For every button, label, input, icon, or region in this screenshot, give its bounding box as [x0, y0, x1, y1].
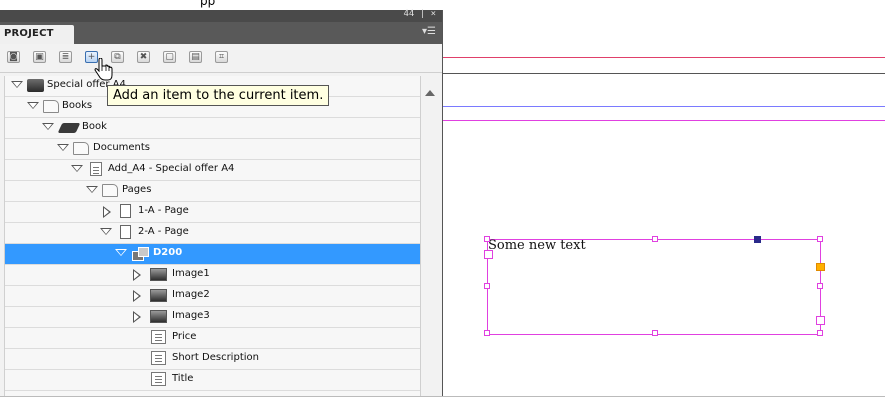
- tree-item-title[interactable]: Title: [5, 370, 421, 391]
- add-item-tooltip: Add an item to the current item.: [107, 85, 330, 106]
- text-field-icon: [151, 372, 166, 386]
- tree-item-label: Short Description: [172, 352, 259, 363]
- tree-item-label: Books: [62, 100, 93, 111]
- tree-item-book[interactable]: Book: [5, 118, 421, 139]
- folder-icon: [43, 100, 59, 113]
- tree-item-short-description[interactable]: Short Description: [5, 349, 421, 370]
- expand-toggle-icon[interactable]: [100, 228, 112, 235]
- tree-item-label: 2-A - Page: [138, 226, 189, 237]
- expand-toggle-icon[interactable]: [115, 249, 127, 256]
- panel-tab-row: PROJECT ▾☰: [0, 22, 442, 44]
- frame-icon[interactable]: ▢: [163, 51, 176, 63]
- expand-toggle-icon[interactable]: [133, 311, 141, 323]
- text-field-icon: [151, 351, 166, 365]
- delete-icon[interactable]: ✖: [137, 51, 150, 63]
- page-icon: [120, 225, 131, 239]
- top-strip: pp: [0, 0, 885, 10]
- page-icon: [120, 204, 131, 218]
- tree-item-image2[interactable]: Image2: [5, 286, 421, 307]
- resize-handle[interactable]: [817, 236, 823, 242]
- layout-canvas[interactable]: Some new text: [443, 10, 885, 397]
- image-icon: [150, 268, 167, 281]
- document-icon: [90, 162, 102, 176]
- folder-icon: [73, 142, 89, 155]
- tree-item-label: 1-A - Page: [138, 205, 189, 216]
- tree-item-price[interactable]: Price: [5, 328, 421, 349]
- tree-item-label: Image1: [172, 268, 210, 279]
- tree-item-add-a4[interactable]: Add_A4 - Special offer A4: [5, 160, 421, 181]
- tree-item-label: Title: [172, 373, 194, 384]
- tree-item-label: Documents: [93, 142, 151, 153]
- tree-item-label: Image3: [172, 310, 210, 321]
- tree-item-pages[interactable]: Pages: [5, 181, 421, 202]
- tree-item-page-2a[interactable]: 2-A - Page: [5, 223, 421, 244]
- frame-text[interactable]: Some new text: [488, 238, 586, 253]
- guide-line: [443, 106, 885, 107]
- expand-toggle-icon[interactable]: [86, 186, 98, 193]
- hamburger-menu-icon[interactable]: ▾☰: [422, 26, 436, 37]
- tree-item-d200[interactable]: D200: [5, 244, 421, 265]
- resize-handle[interactable]: [484, 283, 490, 289]
- text-field-icon: [151, 330, 166, 344]
- catalog-icon: [27, 79, 44, 92]
- tree-item-label: Price: [172, 331, 197, 342]
- resize-handle[interactable]: [484, 236, 490, 242]
- tree-scrollbar[interactable]: [420, 76, 439, 397]
- top-strip-text: pp: [200, 0, 216, 8]
- expand-toggle-icon[interactable]: [27, 102, 39, 109]
- tree-item-page-1a[interactable]: 1-A - Page: [5, 202, 421, 223]
- text-frame[interactable]: Some new text: [484, 236, 825, 336]
- scroll-up-icon[interactable]: [425, 90, 435, 96]
- tree-item-image3[interactable]: Image3: [5, 307, 421, 328]
- tree-item-image1[interactable]: Image1: [5, 265, 421, 286]
- resize-handle[interactable]: [817, 330, 823, 336]
- expand-toggle-icon[interactable]: [57, 144, 69, 151]
- selected-handle[interactable]: [754, 236, 761, 243]
- save-icon[interactable]: ▣: [33, 51, 46, 63]
- hand-cursor-icon: [94, 58, 113, 81]
- overflow-handle[interactable]: [816, 263, 825, 271]
- book-icon: [57, 123, 81, 133]
- project-toolbar: ◙ ▣ ≣ + ⧉ ✖ ▢ ▤ ⌗: [0, 44, 442, 73]
- expand-toggle-icon[interactable]: [71, 165, 83, 172]
- resize-handle[interactable]: [817, 283, 823, 289]
- image-icon: [150, 289, 167, 302]
- tree-item-label: Book: [82, 121, 107, 132]
- tree-item-label: D200: [153, 247, 183, 258]
- preview-icon[interactable]: ▤: [189, 51, 202, 63]
- tree-item-label: Add_A4 - Special offer A4: [108, 163, 235, 174]
- folder-icon: [102, 184, 118, 197]
- panel-window-controls[interactable]: 44 | ×: [403, 9, 436, 19]
- inport-handle[interactable]: [484, 250, 493, 259]
- tree-item-label: Image2: [172, 289, 210, 300]
- outport-handle[interactable]: [816, 316, 825, 325]
- expand-toggle-icon[interactable]: [42, 123, 54, 130]
- image-icon: [150, 310, 167, 323]
- export-icon[interactable]: ⌗: [215, 51, 228, 63]
- resize-handle[interactable]: [652, 330, 658, 336]
- expand-toggle-icon[interactable]: [103, 206, 111, 218]
- page-edge-line: [443, 73, 885, 74]
- tab-project[interactable]: PROJECT: [0, 25, 74, 44]
- project-tree: Special offer A4 Books Book Documents Ad…: [4, 76, 421, 397]
- expand-toggle-icon[interactable]: [133, 290, 141, 302]
- properties-icon[interactable]: ≣: [59, 51, 72, 63]
- guide-line: [443, 120, 885, 121]
- tab-project-label: PROJECT: [4, 28, 54, 39]
- resize-handle[interactable]: [484, 330, 490, 336]
- expand-toggle-icon[interactable]: [11, 81, 23, 88]
- view-icon[interactable]: ◙: [7, 51, 20, 63]
- guide-line: [443, 57, 885, 58]
- resize-handle[interactable]: [652, 236, 658, 242]
- project-panel: 44 | × PROJECT ▾☰ ◙ ▣ ≣ + ⧉ ✖ ▢ ▤ ⌗ Spec…: [0, 9, 443, 397]
- tree-item-documents[interactable]: Documents: [5, 139, 421, 160]
- expand-toggle-icon[interactable]: [133, 269, 141, 281]
- tree-item-label: Pages: [122, 184, 152, 195]
- panel-titlebar: 44 | ×: [0, 9, 442, 22]
- group-icon: [132, 246, 149, 261]
